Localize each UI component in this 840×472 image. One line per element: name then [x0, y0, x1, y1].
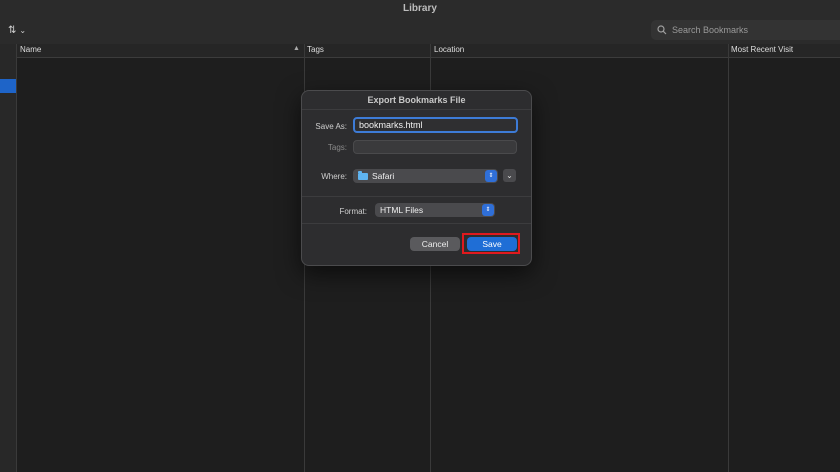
expand-button[interactable]: ⌄ — [503, 169, 516, 182]
column-header-name[interactable]: Name — [20, 45, 41, 54]
export-bookmarks-dialog: Export Bookmarks File Save As: Tags: Whe… — [301, 90, 532, 266]
tags-label: Tags: — [327, 143, 347, 152]
column-divider — [728, 44, 729, 472]
where-popup[interactable]: Safari ⇕ — [353, 169, 498, 183]
column-header-location[interactable]: Location — [434, 45, 464, 54]
save-as-label: Save As: — [315, 122, 347, 131]
divider — [302, 223, 531, 224]
column-header-most-recent-visit[interactable]: Most Recent Visit — [731, 45, 793, 54]
save-as-field[interactable] — [353, 117, 518, 133]
divider — [302, 196, 531, 197]
up-down-chevron-icon: ⇕ — [485, 170, 497, 182]
sidebar — [0, 44, 17, 472]
up-down-chevron-icon: ⇕ — [482, 204, 494, 216]
format-label: Format: — [339, 207, 367, 216]
tags-field[interactable] — [353, 140, 517, 154]
dialog-title: Export Bookmarks File — [367, 95, 466, 105]
column-header-tags[interactable]: Tags — [307, 45, 324, 54]
cancel-button[interactable]: Cancel — [410, 237, 460, 251]
divider — [302, 109, 531, 110]
save-as-input[interactable] — [359, 120, 509, 130]
search-icon — [657, 25, 667, 35]
sidebar-selected-item[interactable] — [0, 79, 16, 93]
tags-input[interactable] — [358, 142, 508, 152]
search-field[interactable] — [651, 20, 840, 40]
where-label: Where: — [321, 172, 347, 181]
window-titlebar: Library ⇅ ⌄ — [0, 0, 840, 45]
window-title: Library — [403, 3, 437, 14]
folder-icon — [358, 170, 368, 180]
column-header-row: Name ▲ Tags Location Most Recent Visit — [17, 44, 840, 58]
where-value: Safari — [372, 171, 395, 181]
format-value: HTML Files — [380, 205, 424, 215]
sort-ascending-icon: ▲ — [293, 45, 300, 52]
sort-button[interactable]: ⇅ ⌄ — [8, 22, 36, 38]
format-popup[interactable]: HTML Files ⇕ — [375, 203, 495, 217]
save-button[interactable]: Save — [467, 237, 517, 251]
chevron-down-icon: ⌄ — [19, 25, 27, 35]
sort-arrows-icon: ⇅ — [8, 24, 17, 36]
search-input[interactable] — [672, 25, 822, 35]
chevron-down-icon: ⌄ — [506, 171, 513, 180]
